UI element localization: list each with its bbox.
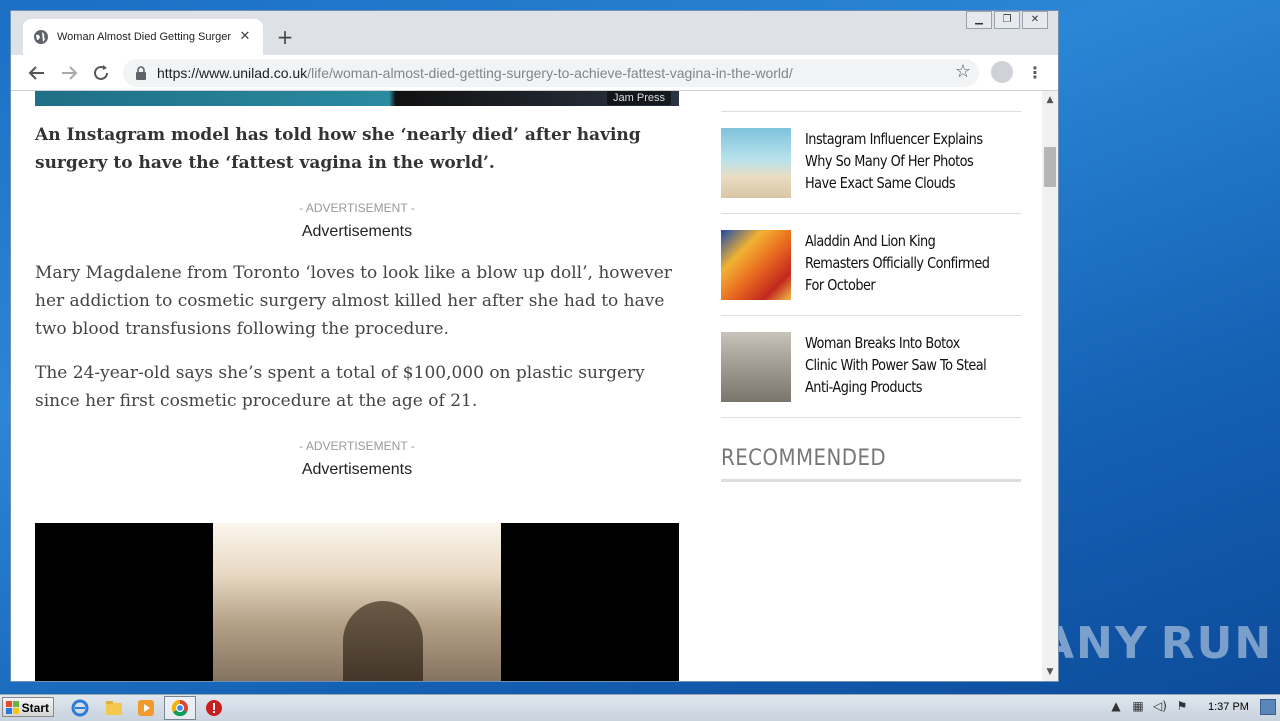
advertisement-label: - ADVERTISEMENT - xyxy=(299,201,415,215)
tab-strip: Woman Almost Died Getting Surgery To Ach… xyxy=(11,11,1058,55)
sidebar-article[interactable]: Woman Breaks Into Botox Clinic With Powe… xyxy=(721,316,1021,418)
show-desktop-button[interactable] xyxy=(1260,699,1276,715)
video-frame xyxy=(213,523,501,681)
taskbar-clock[interactable]: 1:37 PM xyxy=(1208,701,1249,713)
restore-button[interactable]: ❐ xyxy=(994,11,1020,29)
advertisement-slot[interactable]: Advertisements xyxy=(35,223,679,241)
stop-sign-icon[interactable] xyxy=(204,698,224,718)
windows-logo-icon xyxy=(6,701,19,714)
menu-kebab-icon[interactable]: ⋮ xyxy=(1027,61,1043,85)
action-center-flag-icon[interactable]: ⚑ xyxy=(1174,698,1190,714)
close-button[interactable]: ✕ xyxy=(1022,11,1048,29)
start-label: Start xyxy=(21,701,49,715)
article-thumbnail[interactable] xyxy=(721,128,791,198)
article-lead: An Instagram model has told how she ‘nea… xyxy=(35,125,641,173)
file-explorer-icon[interactable] xyxy=(104,698,124,718)
browser-window: Woman Almost Died Getting Surgery To Ach… xyxy=(10,10,1059,682)
forward-icon[interactable] xyxy=(57,61,81,85)
article-paragraph: The 24-year-old says she’s spent a total… xyxy=(35,363,645,411)
article-paragraph: Mary Magdalene from Toronto ‘loves to lo… xyxy=(35,263,672,339)
sidebar-article[interactable]: Aladdin And Lion King Remasters Official… xyxy=(721,214,1021,316)
back-icon[interactable] xyxy=(25,61,49,85)
article-thumbnail[interactable] xyxy=(721,230,791,300)
url-path: /life/woman-almost-died-getting-surgery-… xyxy=(307,65,793,81)
scroll-thumb[interactable] xyxy=(1044,147,1056,187)
video-person xyxy=(343,601,423,681)
tab-close-icon[interactable]: ✕ xyxy=(237,29,253,45)
lock-icon xyxy=(136,66,146,80)
anyrun-watermark: ANY RUN xyxy=(1040,608,1271,678)
bookmark-star-icon[interactable]: ☆ xyxy=(955,61,971,82)
sidebar-article[interactable]: Instagram Influencer Explains Why So Man… xyxy=(721,111,1021,214)
hero-credit: Jam Press xyxy=(607,91,671,105)
network-icon[interactable]: ▦ xyxy=(1130,698,1146,714)
system-tray: ▲ ▦ ◁) ⚑ xyxy=(1108,698,1196,714)
show-hidden-icons-icon[interactable]: ▲ xyxy=(1108,698,1124,714)
video-player[interactable] xyxy=(35,523,679,681)
browser-toolbar: https://www.unilad.co.uk/life/woman-almo… xyxy=(11,55,1058,91)
profile-avatar-icon[interactable] xyxy=(991,61,1013,83)
reload-icon[interactable] xyxy=(89,61,113,85)
volume-icon[interactable]: ◁) xyxy=(1152,698,1168,714)
article-thumbnail[interactable] xyxy=(721,332,791,402)
sidebar-article-title[interactable]: Aladdin And Lion King Remasters Official… xyxy=(805,230,991,296)
tab-active[interactable]: Woman Almost Died Getting Surgery To Ach… xyxy=(23,19,263,55)
sidebar-article-title[interactable]: Woman Breaks Into Botox Clinic With Powe… xyxy=(805,332,991,398)
recommended-heading: RECOMMENDED xyxy=(721,446,887,471)
taskbar: Start ▲ ▦ ◁) ⚑ 1:37 PM xyxy=(0,694,1280,721)
watermark-right: RUN xyxy=(1160,617,1274,669)
recommended-rule xyxy=(721,479,1021,482)
address-bar[interactable]: https://www.unilad.co.uk/life/woman-almo… xyxy=(123,59,979,87)
sidebar-article-title[interactable]: Instagram Influencer Explains Why So Man… xyxy=(805,128,991,194)
page-scrollbar[interactable]: ▲ ▼ xyxy=(1042,91,1058,681)
url-host: https://www.unilad.co.uk xyxy=(157,65,308,81)
hero-image: Jam Press xyxy=(35,91,679,106)
tab-title: Woman Almost Died Getting Surgery To Ach… xyxy=(57,31,231,43)
article-body: An Instagram model has told how she ‘nea… xyxy=(35,121,679,479)
advertisement-label: - ADVERTISEMENT - xyxy=(299,439,415,453)
internet-explorer-icon[interactable] xyxy=(70,698,90,718)
sidebar: Instagram Influencer Explains Why So Man… xyxy=(721,111,1021,482)
url-text: https://www.unilad.co.uk/life/woman-almo… xyxy=(157,65,979,81)
scroll-up-arrow-icon[interactable]: ▲ xyxy=(1042,93,1058,107)
start-button[interactable]: Start xyxy=(2,697,54,717)
page-viewport: Jam Press An Instagram model has told ho… xyxy=(11,91,1042,681)
new-tab-button[interactable]: + xyxy=(273,25,297,49)
media-player-icon[interactable] xyxy=(136,698,156,718)
window-controls: ▁ ❐ ✕ xyxy=(964,11,1048,29)
minimize-button[interactable]: ▁ xyxy=(966,11,992,29)
chrome-icon[interactable] xyxy=(170,698,190,718)
scroll-down-arrow-icon[interactable]: ▼ xyxy=(1042,665,1058,679)
advertisement-slot[interactable]: Advertisements xyxy=(35,461,679,479)
globe-icon xyxy=(34,30,48,44)
